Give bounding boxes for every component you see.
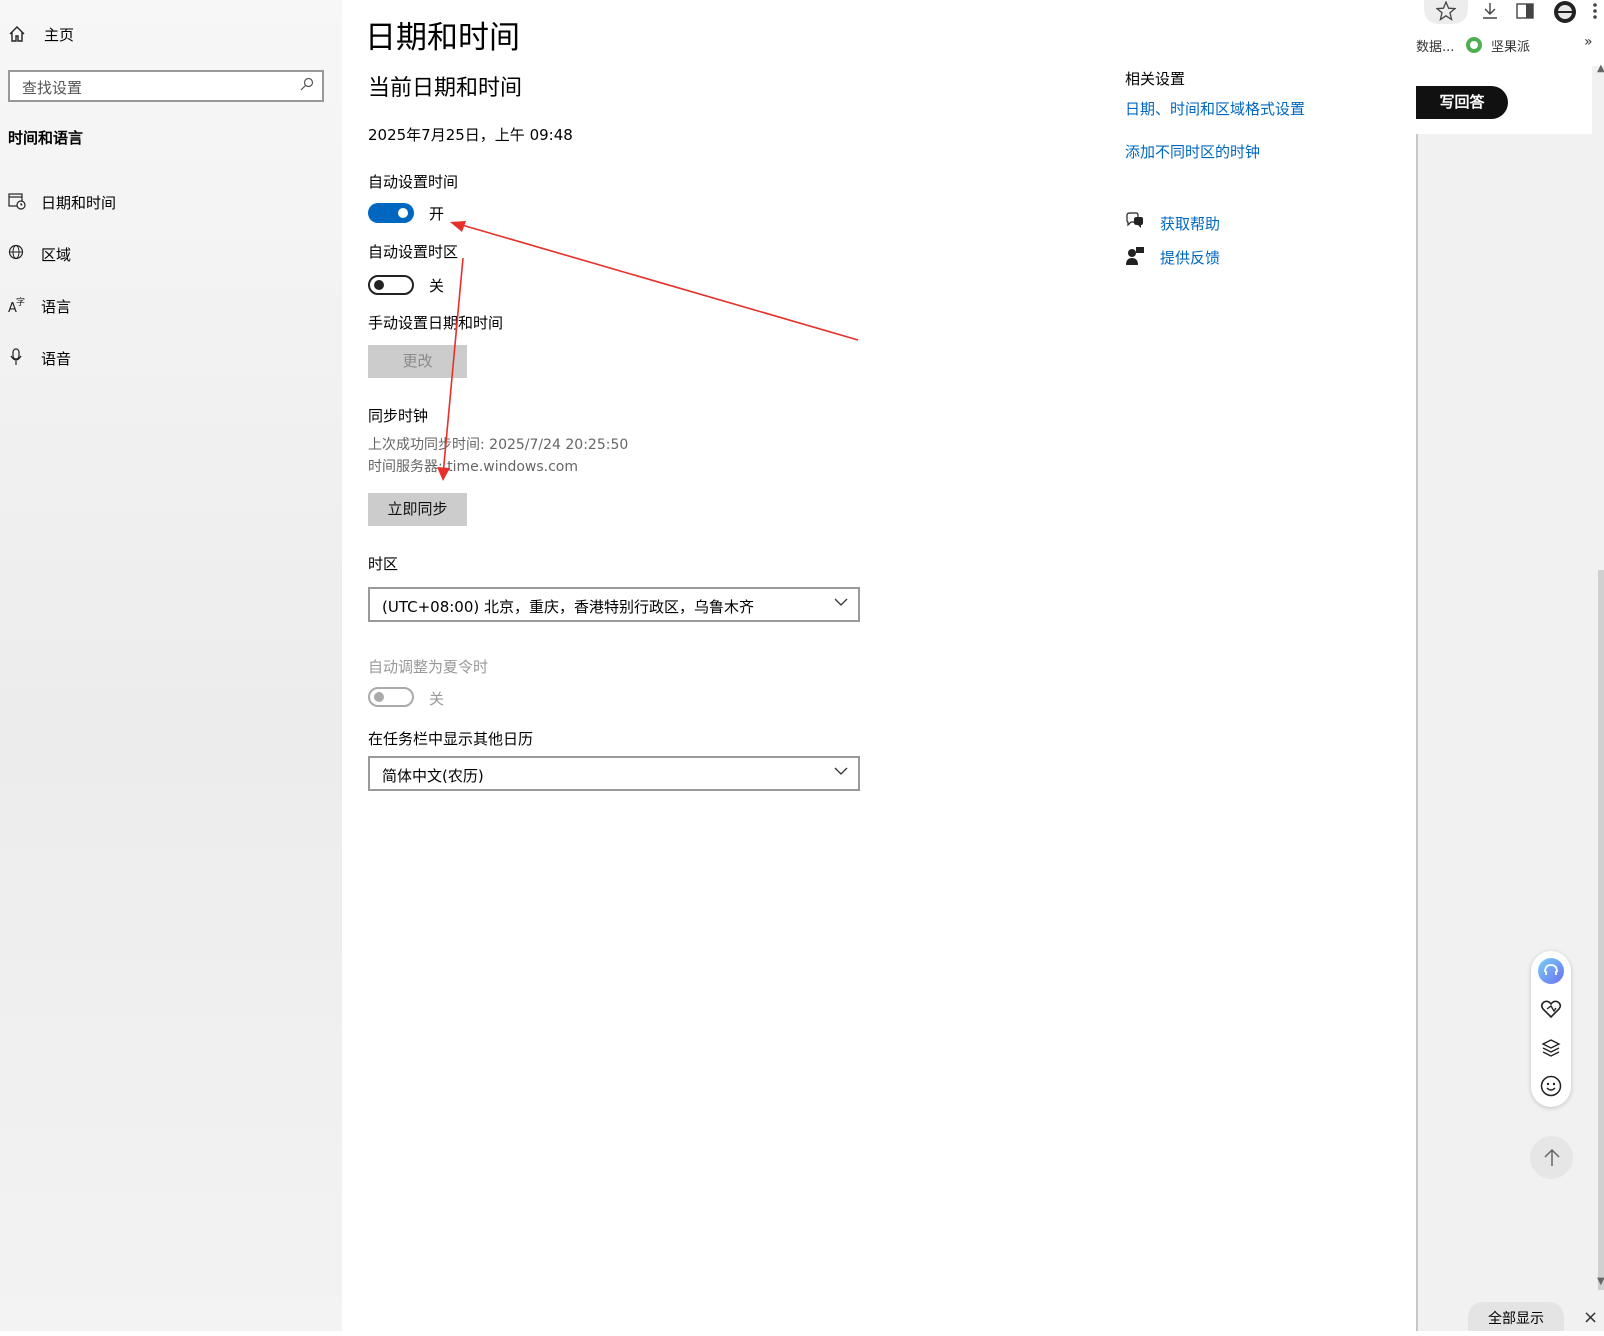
browser-menu-icon[interactable] <box>1592 2 1598 20</box>
browser-side-strip <box>1416 0 1604 1331</box>
annotation-arrows <box>437 221 859 481</box>
close-download-bar-button[interactable]: × <box>1583 1307 1598 1328</box>
page-scrollbar[interactable] <box>1598 570 1604 1290</box>
scroll-up-arrow[interactable]: ▲ <box>1597 63 1604 74</box>
side-panel-icon[interactable] <box>1516 2 1534 20</box>
layers-icon[interactable] <box>1541 1038 1561 1058</box>
annotation-arrowhead <box>450 221 466 232</box>
write-answer-button[interactable]: 写回答 <box>1416 86 1508 119</box>
back-to-top-button[interactable] <box>1530 1136 1573 1179</box>
annotation-arrow-to-auto-time <box>454 222 859 341</box>
bookmark-item[interactable]: 数据... <box>1416 36 1454 55</box>
more-bookmarks-button[interactable]: » <box>1584 34 1593 50</box>
profile-avatar-icon[interactable] <box>1553 0 1577 24</box>
download-icon[interactable] <box>1481 2 1499 20</box>
smiley-feedback-icon[interactable] <box>1540 1075 1562 1097</box>
favorite-heart-icon[interactable] <box>1540 998 1562 1020</box>
annotation-arrow-to-sync-button <box>442 257 464 476</box>
scroll-down-arrow[interactable]: ▼ <box>1597 1276 1604 1287</box>
ai-assistant-icon[interactable] <box>1537 957 1565 985</box>
annotation-arrowhead <box>437 467 450 481</box>
bookmark-star-icon[interactable] <box>1436 1 1456 21</box>
arrow-up-icon <box>1544 1148 1560 1166</box>
nut-logo-icon <box>1466 37 1482 53</box>
browser-toolbar: 数据... 坚果派 » <box>1416 0 1604 66</box>
bookmark-item[interactable]: 坚果派 <box>1491 36 1530 55</box>
floating-tool-bar <box>1531 951 1571 1107</box>
show-all-button[interactable]: 全部显示 <box>1468 1302 1564 1331</box>
